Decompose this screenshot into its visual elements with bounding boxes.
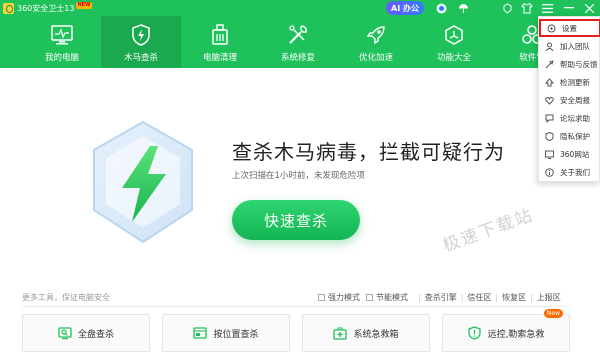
new-badge: NEW: [76, 1, 92, 9]
fullscan-icon: [58, 326, 72, 340]
divider: |: [495, 293, 499, 302]
privacy-icon: [545, 131, 554, 141]
scan-options: 强力模式 节能模式 | 查杀引擎 | 信任区 | 恢复区 | 上报区: [318, 292, 561, 303]
nav-label: 木马查杀: [123, 53, 158, 63]
menu-item-label: 加入团队: [560, 41, 590, 51]
wrench-icon: [287, 24, 309, 46]
nav-label: 我的电脑: [44, 53, 79, 63]
menu-item-forum[interactable]: 论坛求助: [539, 109, 600, 127]
checkbox-box: [318, 294, 325, 301]
menu-item-privacy[interactable]: 隐私保护: [539, 127, 600, 145]
update-icon: [545, 77, 554, 87]
menu-item-label: 设置: [562, 23, 577, 33]
card-label: 按位置查杀: [213, 329, 259, 340]
shield-bolt-icon: [130, 24, 152, 46]
nav-optimize[interactable]: 优化加速: [336, 16, 416, 68]
tool-cards: 全盘查杀 按位置查杀 系统急救箱 远控,勒索急救 New: [22, 309, 570, 352]
quick-scan-button[interactable]: 快速查杀: [232, 200, 360, 240]
menu-item-check-update[interactable]: 检测更新: [539, 73, 600, 91]
divider: |: [530, 293, 533, 302]
nav-cleanup[interactable]: 电脑清理: [180, 16, 260, 68]
divider: |: [460, 293, 464, 302]
gear-icon: [547, 24, 556, 33]
heart-icon: [545, 96, 554, 105]
first-aid-card[interactable]: 系统急救箱: [302, 314, 430, 352]
nav-label: 功能大全: [436, 53, 471, 63]
report-zone-link[interactable]: 上报区: [537, 292, 561, 303]
nav-all-features[interactable]: 功能大全: [414, 16, 494, 68]
nav-system-repair[interactable]: 系统修复: [258, 16, 338, 68]
card-label: 全盘查杀: [77, 329, 114, 340]
menu-item-label: 关于我们: [560, 167, 590, 177]
nav-label: 优化加速: [358, 53, 393, 63]
tshirt-icon[interactable]: [520, 1, 534, 15]
menu-item-label: 检测更新: [560, 77, 590, 87]
menu-item-help[interactable]: 帮助与反馈: [539, 55, 600, 73]
firstaid-icon: [333, 326, 348, 340]
card-label: 远控,勒索急救: [487, 329, 545, 340]
nav-trojan-scan[interactable]: 木马查杀: [101, 16, 181, 68]
ransom-rescue-card[interactable]: 远控,勒索急救 New: [442, 309, 570, 352]
menu-item-label: 360网站: [560, 149, 590, 159]
new-badge: New: [543, 309, 563, 318]
skin-icon[interactable]: [500, 1, 514, 15]
team-icon: [545, 42, 554, 51]
info-icon: [545, 167, 554, 177]
main-nav: 我的电脑 木马查杀 电脑清理 系统修复 优化加速 功能大全 软件管: [0, 16, 600, 68]
divider: [22, 306, 570, 307]
close-icon[interactable]: [582, 1, 596, 15]
ransom-shield-icon: [468, 326, 482, 340]
tools-section-label: 更多工具，保证电脑安全: [22, 293, 110, 302]
menu-item-settings[interactable]: 设置: [539, 19, 600, 37]
nav-label: 系统修复: [280, 53, 315, 63]
option-label: 节能模式: [376, 293, 408, 302]
location-scan-card[interactable]: 按位置查杀: [162, 314, 290, 352]
app-title: 360安全卫士13: [17, 3, 75, 13]
menu-item-label: 帮助与反馈: [560, 59, 598, 69]
watermark: 极速下载站: [440, 205, 537, 257]
grid-icon: [443, 24, 465, 46]
app-logo-icon: [3, 2, 14, 14]
last-scan-status: 上次扫描在1小时前，未发现危险项: [232, 171, 365, 181]
ai-office-button[interactable]: AI 办公: [386, 1, 424, 15]
main-menu-dropdown: 设置 加入团队 帮助与反馈 检测更新 安全周报 论坛求助 隐私保护 360网站 …: [538, 16, 600, 182]
card-label: 系统急救箱: [353, 329, 399, 340]
rocket-icon: [365, 24, 387, 46]
scan-engine-link[interactable]: 查杀引擎: [425, 292, 457, 303]
menu-item-website[interactable]: 360网站: [539, 145, 600, 163]
energy-mode-checkbox[interactable]: 节能模式: [366, 292, 408, 303]
monitor-icon: [51, 24, 73, 46]
plugin-icon[interactable]: [434, 1, 448, 15]
full-scan-card[interactable]: 全盘查杀: [22, 314, 150, 352]
menu-item-weekly-report[interactable]: 安全周报: [539, 91, 600, 109]
divider: |: [418, 293, 421, 302]
headline: 查杀木马病毒，拦截可疑行为: [232, 140, 505, 164]
restore-zone-link[interactable]: 恢复区: [502, 292, 526, 303]
website-icon: [545, 150, 554, 159]
broom-icon: [209, 24, 231, 46]
checkbox-box: [366, 294, 373, 301]
help-icon: [545, 59, 554, 69]
power-mode-checkbox[interactable]: 强力模式: [318, 292, 360, 303]
trojan-scan-panel: 查杀木马病毒，拦截可疑行为 上次扫描在1小时前，未发现危险项 快速查杀 极速下载…: [0, 68, 600, 356]
menu-item-about[interactable]: 关于我们: [539, 163, 600, 181]
trust-zone-link[interactable]: 信任区: [467, 292, 491, 303]
menu-item-label: 隐私保护: [560, 131, 590, 141]
menu-item-label: 论坛求助: [560, 113, 590, 123]
nav-my-computer[interactable]: 我的电脑: [22, 16, 102, 68]
location-scan-icon: [193, 326, 208, 340]
minimize-icon[interactable]: [562, 1, 576, 15]
ai-office-label: AI 办公: [391, 3, 419, 13]
menu-item-label: 安全周报: [560, 95, 590, 105]
title-bar: 360安全卫士13 NEW AI 办公: [0, 0, 600, 16]
menu-item-join-team[interactable]: 加入团队: [539, 37, 600, 55]
option-label: 强力模式: [328, 293, 360, 302]
forum-icon: [545, 114, 554, 123]
shield-illustration-icon: [93, 120, 193, 244]
umbrella-icon[interactable]: [456, 1, 470, 15]
nav-label: 电脑清理: [202, 53, 237, 63]
menu-icon[interactable]: [540, 1, 554, 15]
